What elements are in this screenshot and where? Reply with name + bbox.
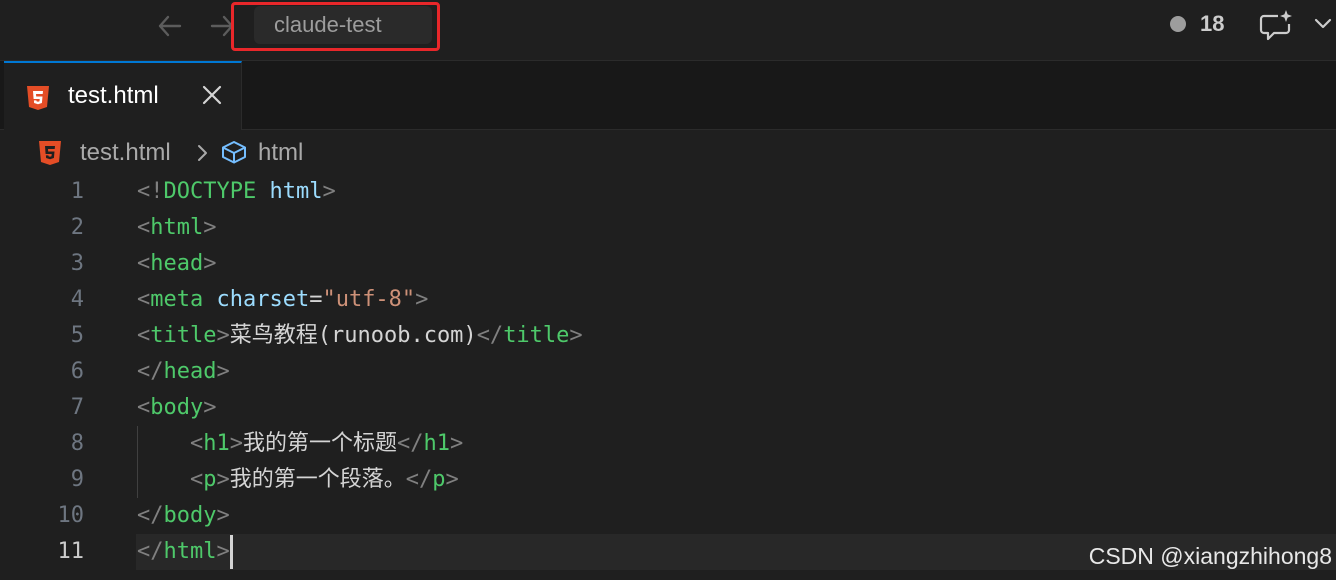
- code-text: </head>: [137, 359, 230, 384]
- line-number: 2: [70, 215, 84, 240]
- code-text: <h1>我的第一个标题</h1>: [137, 431, 464, 456]
- line-number: 10: [57, 503, 85, 528]
- code-text: <p>我的第一个段落。</p>: [137, 467, 459, 492]
- code-text: </html>: [137, 534, 233, 570]
- line-number: 1: [70, 179, 84, 204]
- code-text: <title>菜鸟教程(runoob.com)</title>: [137, 323, 583, 348]
- status-dot: [1170, 16, 1186, 32]
- code-text: <body>: [137, 395, 217, 420]
- line-number: 3: [70, 251, 84, 276]
- code-text: </body>: [137, 503, 230, 528]
- code-line-5[interactable]: 5 <title>菜鸟教程(runoob.com)</title>: [0, 318, 1336, 354]
- tab-label: test.html: [68, 82, 159, 109]
- html5-icon: [27, 86, 49, 110]
- breadcrumb-symbol[interactable]: html: [258, 138, 303, 168]
- title-bar: claude-test 18: [0, 0, 1336, 61]
- code-text: <!DOCTYPE html>: [137, 179, 336, 204]
- code-line-6[interactable]: 6 </head>: [0, 354, 1336, 390]
- line-number: 11: [57, 539, 85, 564]
- line-number: 9: [70, 467, 84, 492]
- line-number: 5: [70, 323, 84, 348]
- tab-bar: test.html: [0, 61, 1336, 130]
- code-editor[interactable]: 1 <!DOCTYPE html> 2 <html> 3 <head> 4 <m…: [0, 174, 1336, 580]
- line-number: 4: [70, 287, 84, 312]
- text-cursor: [229, 535, 233, 569]
- code-text: <meta charset="utf-8">: [137, 287, 429, 312]
- code-line-3[interactable]: 3 <head>: [0, 246, 1336, 282]
- code-line-9[interactable]: 9 <p>我的第一个段落。</p>: [0, 462, 1336, 498]
- code-line-10[interactable]: 10 </body>: [0, 498, 1336, 534]
- line-number: 6: [70, 359, 84, 384]
- code-line-4[interactable]: 4 <meta charset="utf-8">: [0, 282, 1336, 318]
- line-number: 7: [70, 395, 84, 420]
- notification-count[interactable]: 18: [1200, 10, 1224, 38]
- tab-test-html[interactable]: test.html: [4, 61, 242, 130]
- arrow-left-icon: [158, 15, 182, 37]
- breadcrumb: test.html html: [0, 130, 1336, 174]
- line-number: 8: [70, 431, 84, 456]
- chat-sparkle-icon[interactable]: [1258, 8, 1294, 42]
- code-line-8[interactable]: 8 <h1>我的第一个标题</h1>: [0, 426, 1336, 462]
- back-button[interactable]: [152, 8, 188, 44]
- code-line-7[interactable]: 7 <body>: [0, 390, 1336, 426]
- close-icon[interactable]: [200, 83, 224, 107]
- chevron-right-icon: [198, 145, 207, 161]
- code-line-1[interactable]: 1 <!DOCTYPE html>: [0, 174, 1336, 210]
- code-line-2[interactable]: 2 <html>: [0, 210, 1336, 246]
- annotation-highlight-box: [231, 2, 440, 51]
- watermark: CSDN @xiangzhihong8: [1088, 543, 1332, 569]
- symbol-cube-icon: [222, 141, 246, 164]
- chevron-down-icon[interactable]: [1312, 12, 1334, 34]
- code-text: <head>: [137, 251, 217, 276]
- breadcrumb-file[interactable]: test.html: [80, 138, 171, 168]
- code-text: <html>: [137, 215, 217, 240]
- html5-icon: [39, 141, 61, 165]
